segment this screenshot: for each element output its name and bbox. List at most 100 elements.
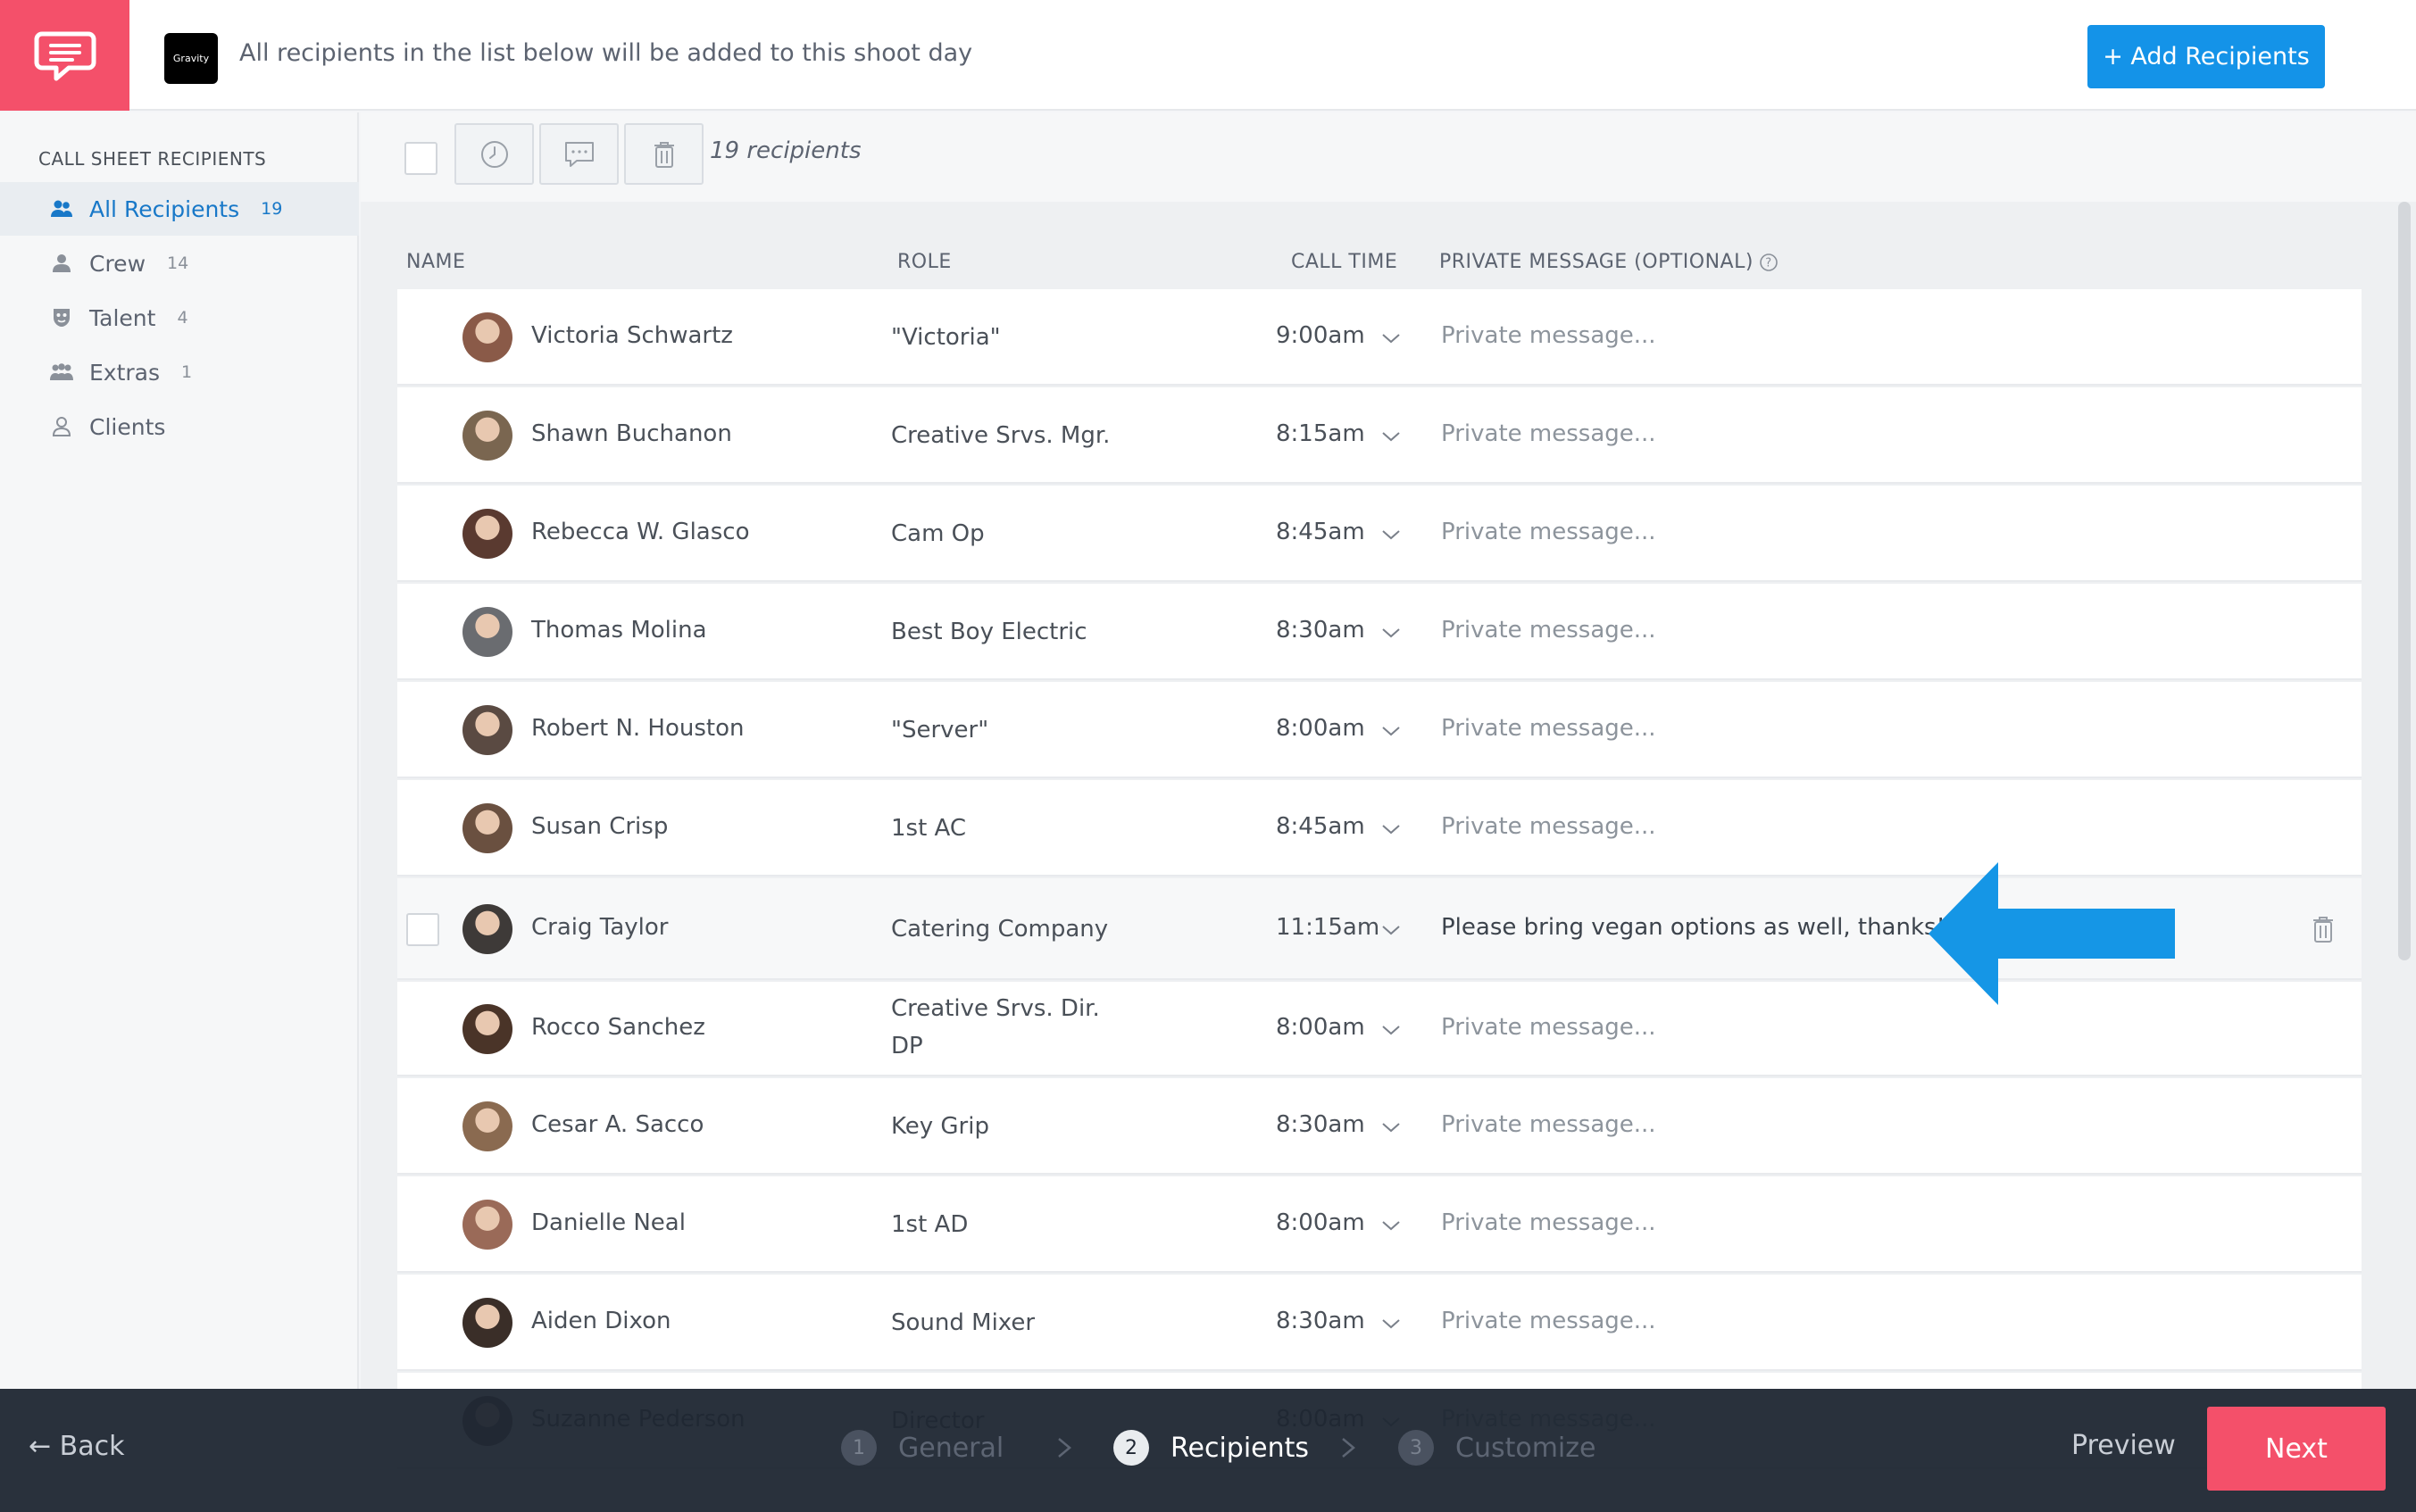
- chevron-down-icon[interactable]: [1379, 1312, 1403, 1335]
- set-call-time-button[interactable]: [454, 123, 534, 185]
- sidebar-item-label: All Recipients: [89, 195, 240, 222]
- step-number: 1: [841, 1430, 877, 1466]
- chevron-down-icon[interactable]: [1379, 523, 1403, 546]
- chevron-right-icon: [1342, 1438, 1355, 1458]
- bulk-message-button[interactable]: [539, 123, 619, 185]
- call-time-select[interactable]: 8:00am: [1276, 715, 1365, 742]
- recipient-role: Cam Op: [891, 520, 985, 547]
- chevron-down-icon[interactable]: [1379, 719, 1403, 743]
- column-header-message: PRIVATE MESSAGE (OPTIONAL) ?: [1439, 251, 1779, 273]
- recipient-role: "Server": [891, 717, 989, 744]
- private-message-input[interactable]: Private message...: [1441, 519, 1656, 545]
- private-message-input[interactable]: Private message...: [1441, 1308, 1656, 1334]
- recipient-name: Shawn Buchanon: [531, 420, 732, 447]
- sidebar-item-extras[interactable]: Extras 1: [0, 345, 359, 399]
- recipient-name: Rocco Sanchez: [531, 1014, 705, 1041]
- chevron-down-icon[interactable]: [1379, 425, 1403, 448]
- avatar: [462, 312, 512, 362]
- step-label: Customize: [1455, 1432, 1596, 1464]
- call-time-select[interactable]: 11:15am: [1276, 914, 1379, 941]
- call-time-select[interactable]: 8:45am: [1276, 519, 1365, 545]
- table-row[interactable]: Rebecca W. Glasco Cam Op 8:45am Private mes…: [397, 486, 2362, 582]
- group-icon: [50, 361, 73, 384]
- recipient-name: Victoria Schwartz: [531, 322, 733, 349]
- call-time-select[interactable]: 8:00am: [1276, 1209, 1365, 1236]
- step-customize[interactable]: 3 Customize: [1398, 1430, 1595, 1466]
- call-time-select[interactable]: 8:15am: [1276, 420, 1365, 447]
- chevron-down-icon[interactable]: [1379, 327, 1403, 350]
- table-row[interactable]: Robert N. Houston "Server" 8:00am Private m…: [397, 682, 2362, 778]
- sidebar-item-count: 19: [261, 199, 283, 219]
- column-header-call-time[interactable]: CALL TIME: [1291, 251, 1397, 273]
- chevron-down-icon[interactable]: [1379, 1116, 1403, 1139]
- preview-button[interactable]: Preview: [2071, 1430, 2176, 1461]
- call-time-select[interactable]: 8:45am: [1276, 813, 1365, 840]
- avatar: [462, 509, 512, 559]
- table-row[interactable]: Shawn Buchanon Creative Srvs. Mgr. 8:15am P…: [397, 387, 2362, 484]
- user-icon: [50, 252, 73, 275]
- chevron-down-icon[interactable]: [1379, 818, 1403, 841]
- sidebar-item-clients[interactable]: Clients: [0, 400, 359, 453]
- private-message-input[interactable]: Private message...: [1441, 1111, 1656, 1138]
- help-icon[interactable]: ?: [1759, 253, 1779, 272]
- list-scrollbar[interactable]: [2398, 202, 2411, 960]
- recipient-role: Key Grip: [891, 1113, 989, 1140]
- private-message-input[interactable]: Private message...: [1441, 715, 1656, 742]
- step-label: Recipients: [1171, 1432, 1310, 1464]
- step-number: 3: [1398, 1430, 1434, 1466]
- mask-icon: [50, 306, 73, 329]
- sidebar-item-count: 4: [177, 308, 188, 328]
- chevron-down-icon[interactable]: [1379, 1018, 1403, 1042]
- table-row[interactable]: Aiden Dixon Sound Mixer 8:30am Private mess…: [397, 1275, 2362, 1371]
- private-message-input[interactable]: Private message...: [1441, 617, 1656, 644]
- step-label: General: [898, 1432, 1004, 1464]
- client-icon: [50, 415, 73, 438]
- private-message-input[interactable]: Private message...: [1441, 1209, 1656, 1236]
- step-general[interactable]: 1 General: [841, 1430, 1004, 1466]
- sidebar-item-count: 14: [167, 253, 189, 273]
- chevron-right-icon: [1058, 1438, 1071, 1458]
- recipient-name: Cesar A. Sacco: [531, 1111, 704, 1138]
- chevron-down-icon[interactable]: [1379, 918, 1403, 942]
- call-time-select[interactable]: 8:30am: [1276, 617, 1365, 644]
- step-number: 2: [1113, 1430, 1149, 1466]
- column-header-name[interactable]: NAME: [406, 251, 465, 273]
- select-all-checkbox[interactable]: [404, 142, 437, 175]
- sidebar-item-label: Clients: [89, 413, 166, 440]
- table-row[interactable]: Thomas Molina Best Boy Electric 8:30am Priv…: [397, 584, 2362, 680]
- table-row[interactable]: Danielle Neal 1st AD 8:00am Private message…: [397, 1176, 2362, 1273]
- next-button[interactable]: Next: [2207, 1407, 2386, 1491]
- trash-icon[interactable]: [2311, 915, 2336, 943]
- recipient-role: Sound Mixer: [891, 1309, 1036, 1336]
- call-time-select[interactable]: 8:30am: [1276, 1111, 1365, 1138]
- chevron-down-icon[interactable]: [1379, 621, 1403, 644]
- row-checkbox[interactable]: [406, 913, 439, 946]
- private-message-input[interactable]: Private message...: [1441, 322, 1656, 349]
- sidebar-item-all-recipients[interactable]: All Recipients 19: [0, 182, 359, 236]
- step-recipients[interactable]: 2 Recipients: [1113, 1430, 1309, 1466]
- chevron-down-icon[interactable]: [1379, 1214, 1403, 1237]
- app-logo[interactable]: [0, 0, 129, 111]
- private-message-input[interactable]: Private message...: [1441, 813, 1656, 840]
- recipient-role-line: DP: [891, 1033, 923, 1059]
- private-message-input[interactable]: Private message...: [1441, 1014, 1656, 1041]
- trash-icon: [654, 141, 674, 168]
- back-button[interactable]: ← Back: [29, 1431, 125, 1462]
- call-time-select[interactable]: 9:00am: [1276, 322, 1365, 349]
- bulk-delete-button[interactable]: [624, 123, 704, 185]
- avatar: [462, 803, 512, 853]
- private-message-input[interactable]: Please bring vegan options as well, than…: [1441, 914, 1945, 941]
- add-recipients-button[interactable]: + Add Recipients: [2087, 25, 2325, 88]
- private-message-input[interactable]: Private message...: [1441, 420, 1656, 447]
- call-time-select[interactable]: 8:00am: [1276, 1014, 1365, 1041]
- annotation-arrow-icon: [1929, 862, 2175, 1005]
- sidebar-item-crew[interactable]: Crew 14: [0, 237, 359, 290]
- column-header-role[interactable]: ROLE: [897, 251, 952, 273]
- table-row[interactable]: Victoria Schwartz "Victoria" 9:00am Private…: [397, 289, 2362, 386]
- sidebar-item-label: Extras: [89, 359, 161, 386]
- sidebar-item-talent[interactable]: Talent 4: [0, 291, 359, 345]
- table-row[interactable]: Cesar A. Sacco Key Grip 8:30am Private mess…: [397, 1078, 2362, 1175]
- call-time-select[interactable]: 8:30am: [1276, 1308, 1365, 1334]
- recipient-count: 19 recipients: [710, 137, 862, 164]
- recipient-name: Craig Taylor: [531, 914, 669, 941]
